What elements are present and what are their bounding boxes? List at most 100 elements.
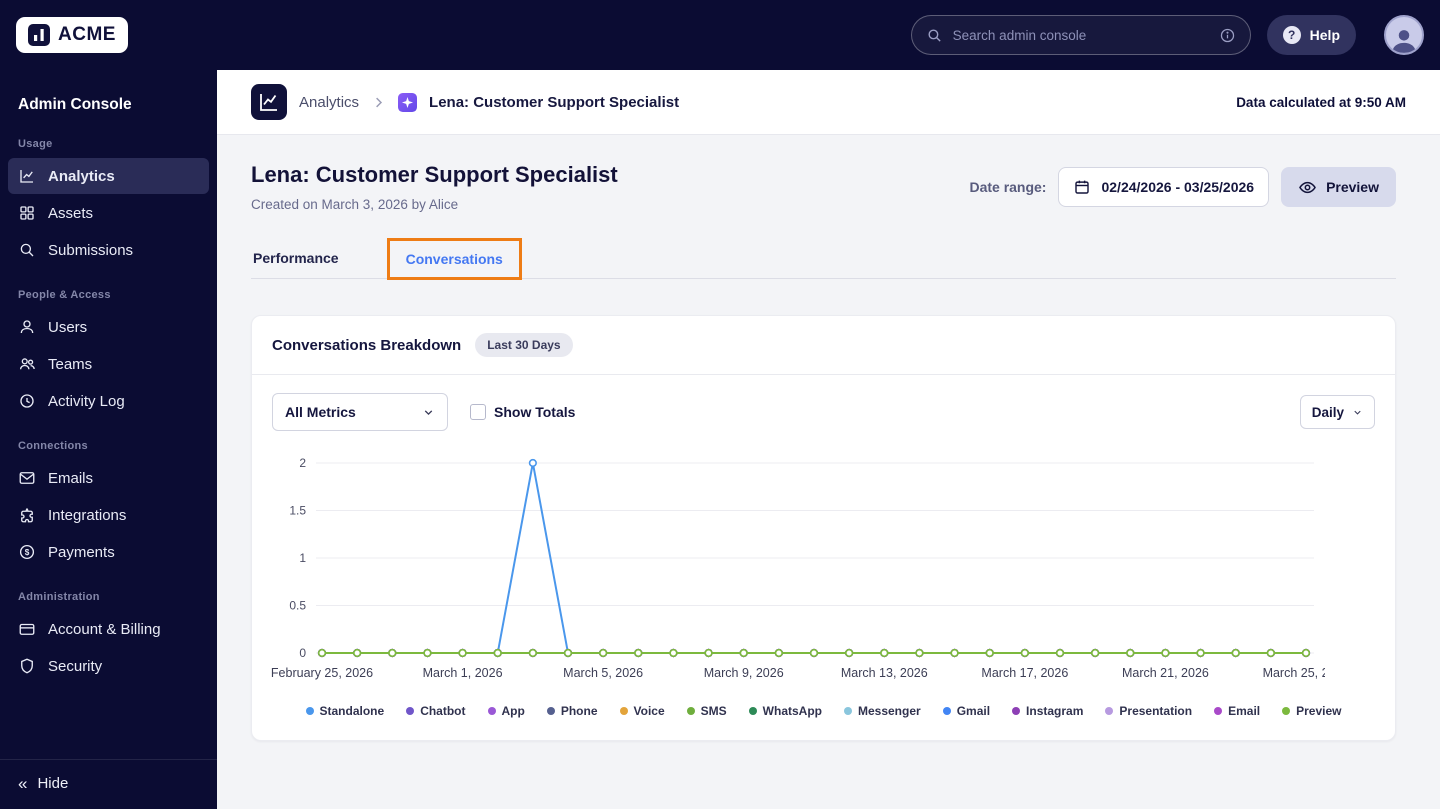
- show-totals-control: Show Totals: [470, 404, 575, 420]
- svg-text:March 25, 2026: March 25, 2026: [1263, 666, 1325, 680]
- legend-item-sms[interactable]: SMS: [686, 704, 727, 718]
- legend-item-messenger[interactable]: Messenger: [843, 704, 921, 718]
- admin-search-bar[interactable]: [910, 15, 1251, 55]
- agent-sparkle-icon: [398, 92, 418, 112]
- legend-item-chatbot[interactable]: Chatbot: [406, 704, 466, 718]
- section-label-connections: Connections: [18, 440, 88, 452]
- sidebar-item-payments[interactable]: $ Payments: [8, 534, 209, 570]
- conversations-line-chart: 0 0.5 1 1.5 2 February 25, 2026 March 1, 2026 M…: [271, 456, 1350, 680]
- legend-item-instagram[interactable]: Instagram: [1012, 704, 1083, 718]
- legend-item-whatsapp[interactable]: WhatsApp: [748, 704, 822, 718]
- eye-icon: [1298, 178, 1317, 197]
- sidebar-item-security[interactable]: Security: [8, 648, 209, 684]
- legend-label: Email: [1228, 704, 1261, 718]
- envelope-icon: [18, 469, 36, 487]
- help-button[interactable]: ? Help: [1266, 15, 1356, 55]
- sidebar-item-label: Activity Log: [48, 392, 125, 410]
- page-content: Lena: Customer Support Specialist Create…: [217, 134, 1440, 741]
- legend-label: SMS: [700, 704, 727, 718]
- dollar-circle-icon: $: [18, 543, 36, 561]
- legend-dot: [686, 707, 695, 715]
- sidebar-item-label: Payments: [48, 543, 115, 561]
- section-label-administration: Administration: [18, 591, 100, 603]
- breadcrumb-current: Lena: Customer Support Specialist: [429, 93, 680, 111]
- section-label-usage: Usage: [18, 138, 53, 150]
- svg-text:$: $: [25, 548, 30, 557]
- sidebar-item-label: Integrations: [48, 506, 127, 524]
- sidebar-item-assets[interactable]: Assets: [8, 195, 209, 231]
- credit-card-icon: [18, 620, 36, 638]
- data-calculated-status: Data calculated at 9:50 AM: [1236, 94, 1406, 110]
- svg-text:March 9, 2026: March 9, 2026: [704, 666, 784, 680]
- page-subtitle: Created on March 3, 2026 by Alice: [251, 197, 459, 212]
- tab-performance[interactable]: Performance: [251, 238, 341, 278]
- legend-item-app[interactable]: App: [487, 704, 525, 718]
- legend-dot: [748, 707, 757, 715]
- svg-text:March 5, 2026: March 5, 2026: [563, 666, 643, 680]
- interval-select[interactable]: Daily: [1299, 395, 1375, 429]
- sidebar-item-account-billing[interactable]: Account & Billing: [8, 611, 209, 647]
- breadcrumb: Analytics Lena: Customer Support Special…: [217, 70, 1440, 134]
- puzzle-icon: [18, 506, 36, 524]
- legend-dot: [487, 707, 496, 715]
- legend-label: Chatbot: [420, 704, 466, 718]
- chevron-right-icon: [371, 95, 386, 110]
- legend-label: App: [501, 704, 525, 718]
- topbar: ACME ? Help: [0, 0, 1440, 70]
- sidebar-item-analytics[interactable]: Analytics: [8, 158, 209, 194]
- search-input[interactable]: [952, 27, 1209, 43]
- tab-bar: Performance Conversations: [251, 238, 1396, 280]
- legend-label: WhatsApp: [762, 704, 822, 718]
- search-icon: [926, 27, 943, 44]
- grid-icon: [18, 204, 36, 222]
- clock-icon: [18, 392, 36, 410]
- legend-label: Phone: [560, 704, 598, 718]
- breadcrumb-analytics-link[interactable]: Analytics: [299, 94, 359, 111]
- legend-item-phone[interactable]: Phone: [546, 704, 598, 718]
- date-range-picker[interactable]: 02/24/2026 - 03/25/2026: [1058, 167, 1270, 207]
- help-label: Help: [1309, 27, 1340, 43]
- legend-item-email[interactable]: Email: [1214, 704, 1260, 718]
- sidebar-item-integrations[interactable]: Integrations: [8, 497, 209, 533]
- legend-label: Instagram: [1026, 704, 1084, 718]
- shield-icon: [18, 657, 36, 675]
- metrics-filter-value: All Metrics: [285, 404, 356, 420]
- legend-item-preview[interactable]: Preview: [1282, 704, 1341, 718]
- legend-item-standalone[interactable]: Standalone: [305, 704, 385, 718]
- chevron-down-icon: [1352, 407, 1363, 418]
- sidebar-item-users[interactable]: Users: [8, 309, 209, 345]
- sidebar-item-label: Account & Billing: [48, 620, 161, 638]
- legend-item-voice[interactable]: Voice: [619, 704, 665, 718]
- info-icon[interactable]: [1219, 27, 1236, 44]
- legend-label: Standalone: [319, 704, 385, 718]
- legend-item-presentation[interactable]: Presentation: [1105, 704, 1192, 718]
- legend-label: Messenger: [857, 704, 921, 718]
- date-range-value: 02/24/2026 - 03/25/2026: [1101, 179, 1255, 195]
- user-icon: [18, 318, 36, 336]
- preview-button[interactable]: Preview: [1281, 167, 1396, 207]
- preview-label: Preview: [1326, 179, 1379, 195]
- sidebar-item-activity-log[interactable]: Activity Log: [8, 383, 209, 419]
- interval-value: Daily: [1311, 404, 1344, 420]
- svg-text:March 1, 2026: March 1, 2026: [423, 666, 503, 680]
- sidebar-item-teams[interactable]: Teams: [8, 346, 209, 382]
- tab-conversations[interactable]: Conversations: [386, 238, 522, 280]
- legend-dot: [1012, 707, 1021, 715]
- people-icon: [18, 355, 36, 373]
- sidebar-hide-button[interactable]: « Hide: [0, 759, 217, 809]
- metrics-filter-select[interactable]: All Metrics: [272, 393, 448, 431]
- acme-logo[interactable]: ACME: [16, 17, 128, 53]
- chart-line-icon: [18, 167, 36, 185]
- sidebar-item-emails[interactable]: Emails: [8, 460, 209, 496]
- legend-label: Presentation: [1119, 704, 1193, 718]
- legend-dot: [619, 707, 628, 715]
- sidebar-item-submissions[interactable]: Submissions: [8, 232, 209, 268]
- legend-dot: [942, 707, 951, 715]
- user-avatar[interactable]: [1384, 15, 1424, 55]
- legend-item-gmail[interactable]: Gmail: [942, 704, 990, 718]
- legend-label: Voice: [633, 704, 665, 718]
- svg-text:March 21, 2026: March 21, 2026: [1122, 666, 1209, 680]
- show-totals-checkbox[interactable]: [470, 404, 486, 420]
- analytics-tile-icon[interactable]: [251, 84, 287, 120]
- svg-text:0: 0: [299, 646, 306, 660]
